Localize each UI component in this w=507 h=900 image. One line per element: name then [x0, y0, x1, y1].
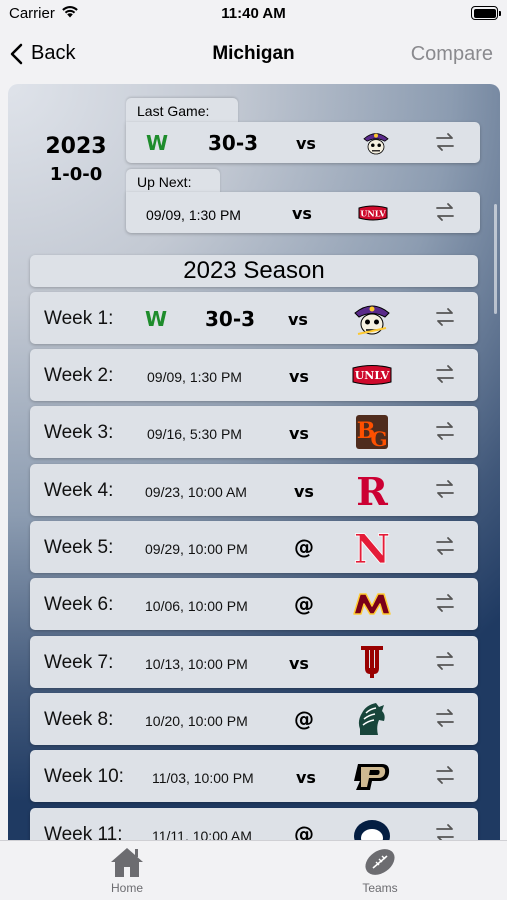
game-location: vs: [296, 768, 316, 787]
game-location: @: [294, 592, 314, 616]
swap-icon[interactable]: [434, 764, 456, 786]
minnesota-logo: [353, 593, 391, 615]
svg-text:UNLV: UNLV: [355, 369, 390, 382]
last-game-location: vs: [296, 134, 316, 153]
game-location: vs: [289, 424, 309, 443]
game-location: @: [294, 822, 314, 840]
week-label: Week 11:: [44, 824, 123, 840]
game-date: 09/09, 1:30 PM: [147, 369, 242, 385]
up-next-panel[interactable]: 09/09, 1:30 PM vs UNLV: [126, 192, 480, 233]
last-game-panel[interactable]: W 30-3 vs: [126, 122, 480, 163]
week-label: Week 10:: [44, 766, 124, 787]
swap-icon[interactable]: [434, 822, 456, 840]
battery-icon: [471, 6, 501, 20]
swap-icon[interactable]: [434, 592, 456, 614]
game-location: vs: [289, 654, 309, 673]
unlv-logo: UNLV: [352, 365, 392, 385]
game-location: @: [294, 535, 314, 559]
week-label: Week 4:: [44, 480, 114, 501]
game-row[interactable]: Week 11: 11/11, 10:00 AM @: [30, 808, 478, 840]
swap-icon[interactable]: [434, 650, 456, 672]
back-label: Back: [31, 42, 76, 64]
svg-text:G: G: [370, 427, 387, 451]
season-header: 2023 Season: [30, 255, 478, 287]
up-next-location: vs: [292, 204, 312, 223]
game-date: 10/06, 10:00 PM: [145, 598, 248, 614]
week-label: Week 7:: [44, 652, 114, 673]
game-row[interactable]: Week 4: 09/23, 10:00 AM vs R: [30, 464, 478, 516]
season-record: 2023 1-0-0: [38, 132, 114, 188]
week-label: Week 1:: [44, 308, 114, 329]
game-location: vs: [288, 310, 308, 329]
navigation-bar: Back Michigan Compare: [0, 30, 507, 80]
scroll-indicator[interactable]: [494, 204, 497, 314]
game-row[interactable]: Week 6: 10/06, 10:00 PM @: [30, 578, 478, 630]
chevron-left-icon: [10, 43, 23, 64]
game-date: 09/23, 10:00 AM: [145, 484, 247, 500]
status-bar: Carrier 11:40 AM: [0, 0, 507, 30]
tab-bar: Home Teams: [0, 840, 507, 900]
game-location: @: [294, 707, 314, 731]
tab-teams[interactable]: Teams: [340, 845, 420, 895]
game-row[interactable]: Week 1: W 30-3 vs: [30, 292, 478, 344]
week-label: Week 3:: [44, 422, 114, 443]
last-game-result: W: [146, 131, 169, 155]
game-row[interactable]: Week 2: 09/09, 1:30 PM vs UNLV: [30, 349, 478, 401]
week-label: Week 8:: [44, 709, 114, 730]
game-location: vs: [289, 367, 309, 386]
rutgers-logo: R: [356, 470, 388, 510]
swap-icon[interactable]: [434, 132, 456, 152]
game-location: vs: [294, 482, 314, 501]
compare-button[interactable]: Compare: [411, 43, 493, 66]
game-date: 09/16, 5:30 PM: [147, 426, 242, 442]
game-row[interactable]: Week 8: 10/20, 10:00 PM @: [30, 693, 478, 745]
svg-text:R: R: [356, 470, 388, 510]
game-row[interactable]: Week 10: 11/03, 10:00 PM vs: [30, 750, 478, 802]
last-game-score: 30-3: [208, 131, 259, 155]
football-icon: [365, 849, 395, 875]
record-year: 2023: [45, 134, 107, 159]
game-date: 11/11, 10:00 AM: [152, 828, 252, 840]
tab-home-label: Home: [110, 881, 143, 895]
swap-icon[interactable]: [434, 535, 456, 557]
swap-icon[interactable]: [434, 707, 456, 729]
home-icon: [111, 848, 143, 877]
game-date: 11/03, 10:00 PM: [152, 770, 254, 786]
nebraska-logo: N: [353, 527, 391, 567]
unlv-logo: UNLV: [358, 205, 388, 221]
game-row[interactable]: Week 3: 09/16, 5:30 PM vs B G: [30, 406, 478, 458]
game-date: 09/29, 10:00 PM: [145, 541, 248, 557]
week-label: Week 5:: [44, 537, 114, 558]
michigan-state-logo: [358, 703, 385, 735]
penn-state-logo: [354, 820, 390, 840]
game-date: 10/20, 10:00 PM: [145, 713, 248, 729]
clock: 11:40 AM: [221, 5, 286, 22]
week-label: Week 2:: [44, 365, 114, 386]
up-next-date: 09/09, 1:30 PM: [146, 207, 241, 223]
swap-icon[interactable]: [434, 363, 456, 385]
swap-icon[interactable]: [434, 306, 456, 328]
tab-teams-label: Teams: [362, 881, 398, 895]
swap-icon[interactable]: [434, 202, 456, 222]
svg-text:N: N: [354, 527, 391, 567]
game-row[interactable]: Week 5: 09/29, 10:00 PM @ N: [30, 521, 478, 573]
swap-icon[interactable]: [434, 420, 456, 442]
game-date: 10/13, 10:00 PM: [145, 656, 248, 672]
ecu-pirate-logo: [354, 305, 390, 335]
purdue-logo: [354, 764, 390, 790]
indiana-logo: [361, 646, 383, 678]
last-game-label: Last Game:: [126, 98, 238, 124]
game-row[interactable]: Week 7: 10/13, 10:00 PM vs: [30, 636, 478, 688]
tab-home[interactable]: Home: [87, 845, 167, 895]
swap-icon[interactable]: [434, 478, 456, 500]
bowling-green-logo: B G: [356, 415, 388, 451]
svg-text:UNLV: UNLV: [360, 209, 386, 219]
main-content[interactable]: 2023 1-0-0 Last Game: W 30-3 vs Up Next:…: [8, 84, 500, 840]
game-score: 30-3: [205, 307, 256, 331]
week-label: Week 6:: [44, 594, 114, 615]
ecu-pirate-logo: [363, 133, 389, 155]
game-result: W: [145, 307, 168, 331]
back-button[interactable]: Back: [10, 42, 75, 65]
record-value: 1-0-0: [49, 164, 103, 185]
